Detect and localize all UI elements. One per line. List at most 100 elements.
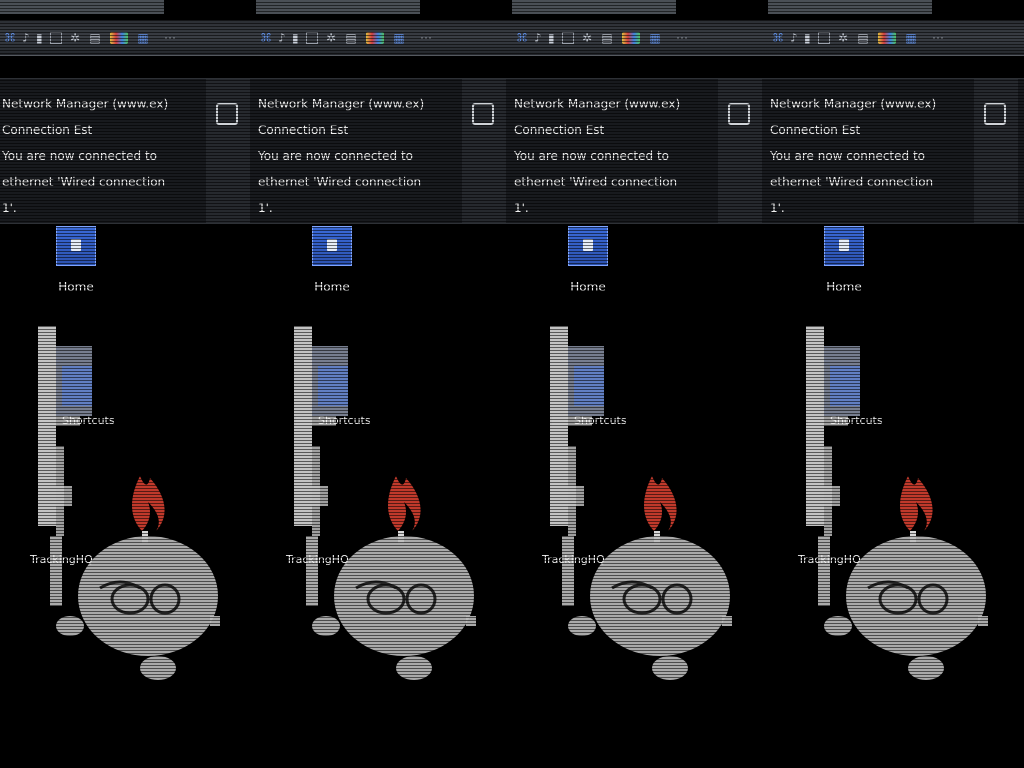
notification-close-area	[718, 79, 762, 223]
mascot-label-shortcuts: Shortcuts	[830, 414, 883, 427]
notification-body-line: You are now connected to	[2, 149, 157, 163]
top-panel: ⌘ ♪ ▮ ✲ ▤ ▦ ⋯	[512, 20, 768, 56]
apps-icon[interactable]	[110, 31, 128, 44]
mascot-drawing	[38, 326, 220, 680]
settings-icon[interactable]: ✲	[70, 31, 80, 45]
panel-tray: ⌘ ♪ ▮ ✲ ▤ ▦ ⋯	[772, 31, 950, 45]
browser-icon[interactable]: ▦	[392, 31, 406, 45]
settings-icon[interactable]: ✲	[326, 31, 336, 45]
window-icon[interactable]	[562, 31, 574, 44]
notification-bubble[interactable]: Network Manager (www.ex) Connection Est …	[256, 78, 512, 224]
more-icon[interactable]: ⋯	[926, 31, 950, 45]
mascot-label-tracking: TrackingHQ	[286, 553, 349, 566]
notification-subtitle: Connection Est	[258, 123, 349, 137]
desktop-tile: ⌘ ♪ ▮ ✲ ▤ ▦ ⋯ Network Manager (www.ex) Connect…	[0, 0, 256, 768]
desktop-tile: ⌘ ♪ ▮ ✲ ▤ ▦ ⋯ Network Manager (www.ex) Connect…	[512, 0, 768, 768]
home-glyph-icon	[583, 239, 593, 251]
battery-icon[interactable]: ▮	[548, 31, 555, 45]
window-icon[interactable]	[306, 31, 318, 44]
notification-bubble[interactable]: Network Manager (www.ex) Connection Est …	[512, 78, 768, 224]
volume-icon[interactable]: ♪	[22, 31, 30, 45]
more-icon[interactable]: ⋯	[670, 31, 694, 45]
notification-subtitle: Connection Est	[2, 123, 93, 137]
home-glyph-icon	[327, 239, 337, 251]
apps-icon[interactable]	[622, 31, 640, 44]
network-icon[interactable]: ⌘	[516, 31, 528, 45]
notification-title: Network Manager (www.ex)	[2, 97, 169, 111]
desktop-icon-label[interactable]: Home	[296, 280, 368, 294]
notification-close-area	[462, 79, 506, 223]
mascot-drawing	[294, 326, 476, 680]
mascot-label-shortcuts: Shortcuts	[318, 414, 371, 427]
folder-icon[interactable]: ▤	[344, 31, 358, 45]
notification-body-line: ethernet 'Wired connection	[258, 175, 422, 189]
more-icon[interactable]: ⋯	[158, 31, 182, 45]
folder-icon[interactable]: ▤	[88, 31, 102, 45]
panel-tray: ⌘ ♪ ▮ ✲ ▤ ▦ ⋯	[4, 31, 182, 45]
browser-icon[interactable]: ▦	[136, 31, 150, 45]
mascot-drawing	[550, 326, 732, 680]
home-folder-icon[interactable]	[568, 226, 608, 266]
notification-body-line: You are now connected to	[258, 149, 413, 163]
notification-close-icon[interactable]	[728, 103, 750, 125]
notification-close-area	[206, 79, 250, 223]
notification-body-line: ethernet 'Wired connection	[2, 175, 166, 189]
desktop-icon-label[interactable]: Home	[808, 280, 880, 294]
notification-bubble[interactable]: Network Manager (www.ex) Connection Est …	[768, 78, 1024, 224]
network-icon[interactable]: ⌘	[4, 31, 16, 45]
notification-close-icon[interactable]	[984, 103, 1006, 125]
desktop-icon-label[interactable]: Home	[552, 280, 624, 294]
notification-subtitle: Connection Est	[514, 123, 605, 137]
panel-tray: ⌘ ♪ ▮ ✲ ▤ ▦ ⋯	[260, 31, 438, 45]
window-icon[interactable]	[818, 31, 830, 44]
volume-icon[interactable]: ♪	[534, 31, 542, 45]
notification-title: Network Manager (www.ex)	[514, 97, 681, 111]
top-panel: ⌘ ♪ ▮ ✲ ▤ ▦ ⋯	[768, 20, 1024, 56]
desktop-tile: ⌘ ♪ ▮ ✲ ▤ ▦ ⋯ Network Manager (www.ex) Connect…	[768, 0, 1024, 768]
notification-body-line: You are now connected to	[770, 149, 925, 163]
notification-close-icon[interactable]	[216, 103, 238, 125]
settings-icon[interactable]: ✲	[838, 31, 848, 45]
home-glyph-icon	[71, 239, 81, 251]
more-icon[interactable]: ⋯	[414, 31, 438, 45]
top-panel: ⌘ ♪ ▮ ✲ ▤ ▦ ⋯	[256, 20, 512, 56]
battery-icon[interactable]: ▮	[292, 31, 299, 45]
notification-bubble[interactable]: Network Manager (www.ex) Connection Est …	[0, 78, 256, 224]
notification-text: Network Manager (www.ex) Connection Est …	[770, 91, 970, 221]
notification-body-line: 1'.	[258, 201, 273, 215]
home-folder-icon[interactable]	[56, 226, 96, 266]
folder-icon[interactable]: ▤	[600, 31, 614, 45]
desktop-tile: ⌘ ♪ ▮ ✲ ▤ ▦ ⋯ Network Manager (www.ex) Connect…	[256, 0, 512, 768]
window-title-bar	[768, 0, 932, 14]
apps-icon[interactable]	[366, 31, 384, 44]
notification-title: Network Manager (www.ex)	[770, 97, 937, 111]
notification-body-line: ethernet 'Wired connection	[514, 175, 678, 189]
home-folder-icon[interactable]	[824, 226, 864, 266]
volume-icon[interactable]: ♪	[278, 31, 286, 45]
network-icon[interactable]: ⌘	[772, 31, 784, 45]
window-icon[interactable]	[50, 31, 62, 44]
notification-title: Network Manager (www.ex)	[258, 97, 425, 111]
window-title-bar	[0, 0, 164, 14]
settings-icon[interactable]: ✲	[582, 31, 592, 45]
battery-icon[interactable]: ▮	[36, 31, 43, 45]
desktop-screen: ⌘ ♪ ▮ ✲ ▤ ▦ ⋯ Network Manager (www.ex) Connect…	[0, 0, 1024, 768]
desktop-icon-label[interactable]: Home	[40, 280, 112, 294]
mascot-drawing	[806, 326, 988, 680]
battery-icon[interactable]: ▮	[804, 31, 811, 45]
window-title-bar	[256, 0, 420, 14]
mascot-label-tracking: TrackingHQ	[30, 553, 93, 566]
browser-icon[interactable]: ▦	[648, 31, 662, 45]
apps-icon[interactable]	[878, 31, 896, 44]
notification-subtitle: Connection Est	[770, 123, 861, 137]
home-folder-icon[interactable]	[312, 226, 352, 266]
browser-icon[interactable]: ▦	[904, 31, 918, 45]
panel-tray: ⌘ ♪ ▮ ✲ ▤ ▦ ⋯	[516, 31, 694, 45]
network-icon[interactable]: ⌘	[260, 31, 272, 45]
volume-icon[interactable]: ♪	[790, 31, 798, 45]
notification-body-line: 1'.	[770, 201, 785, 215]
notification-close-icon[interactable]	[472, 103, 494, 125]
notification-body-line: You are now connected to	[514, 149, 669, 163]
folder-icon[interactable]: ▤	[856, 31, 870, 45]
mascot-label-shortcuts: Shortcuts	[574, 414, 627, 427]
